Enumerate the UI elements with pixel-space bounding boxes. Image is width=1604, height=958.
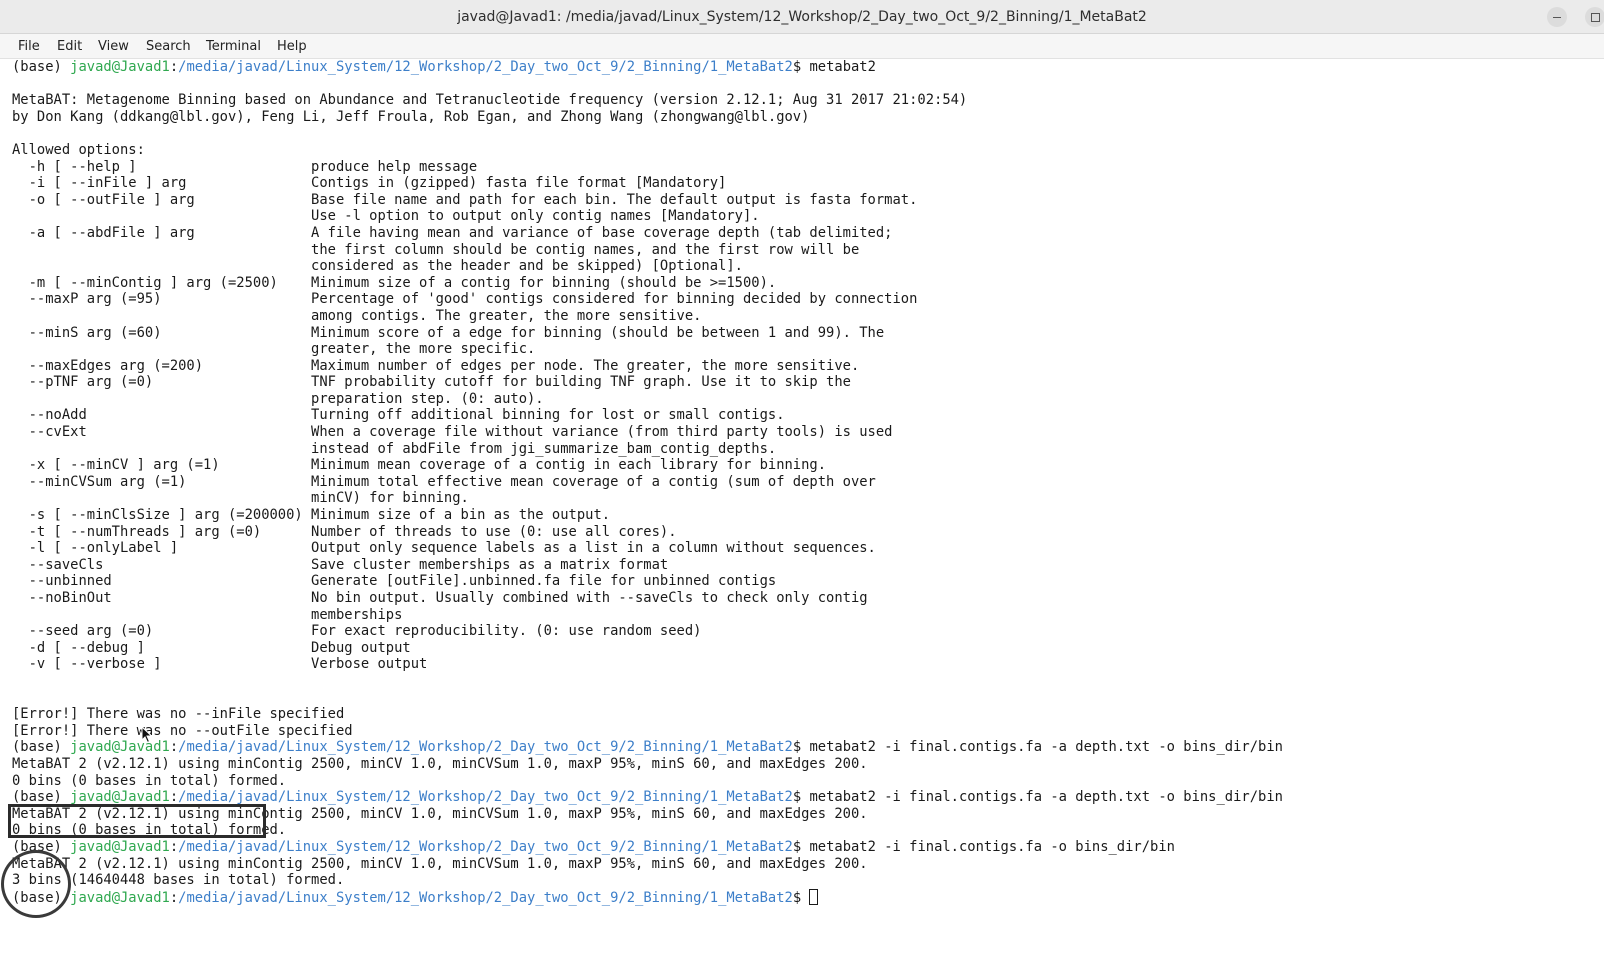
- prompt-env: (base): [12, 739, 71, 756]
- output-line: Allowed options:: [12, 141, 145, 158]
- output-line: --unbinned Generate [outFile].unbinned.f…: [12, 573, 777, 590]
- output-line: among contigs. The greater, the more sen…: [12, 307, 702, 324]
- menu-search[interactable]: Search: [146, 34, 191, 59]
- prompt-symbol: $: [792, 789, 810, 806]
- output-line: preparation step. (0: auto).: [12, 390, 544, 407]
- prompt-path: /media/javad/Linux_System/12_Workshop/2_…: [178, 789, 793, 806]
- output-line: --minS arg (=60) Minimum score of a edge…: [12, 324, 885, 341]
- output-line: MetaBAT: Metagenome Binning based on Abu…: [12, 92, 968, 109]
- output-line: Use -l option to output only contig name…: [12, 208, 760, 225]
- command-text: metabat2 -i final.contigs.fa -a depth.tx…: [809, 789, 1283, 806]
- prompt-env: (base): [12, 789, 71, 806]
- prompt-path: /media/javad/Linux_System/12_Workshop/2_…: [178, 838, 793, 855]
- output-line: --pTNF arg (=0) TNF probability cutoff f…: [12, 374, 851, 391]
- command-text: metabat2: [809, 59, 876, 75]
- window-title: javad@Javad1: /media/javad/Linux_System/…: [457, 9, 1147, 25]
- output-line: -m [ --minContig ] arg (=2500) Minimum s…: [12, 274, 777, 291]
- prompt-path: /media/javad/Linux_System/12_Workshop/2_…: [178, 59, 793, 75]
- output-line: -i [ --inFile ] arg Contigs in (gzipped)…: [12, 175, 727, 192]
- highlight-rectangle: [8, 804, 266, 838]
- maximize-button[interactable]: [1585, 7, 1604, 27]
- output-line: [Error!] There was no --outFile specifie…: [12, 722, 353, 739]
- output-line: --seed arg (=0) For exact reproducibilit…: [12, 623, 702, 640]
- prompt-path: /media/javad/Linux_System/12_Workshop/2_…: [178, 739, 793, 756]
- text-cursor: [809, 888, 819, 905]
- output-line: instead of abdFile from jgi_summarize_ba…: [12, 440, 777, 457]
- output-line: memberships: [12, 606, 403, 623]
- prompt-line: (base) javad@Javad1:/media/javad/Linux_S…: [12, 59, 1592, 76]
- prompt-symbol: $: [792, 59, 810, 75]
- minimize-button[interactable]: [1547, 7, 1567, 27]
- command-text: metabat2 -i final.contigs.fa -a depth.tx…: [809, 739, 1283, 756]
- prompt-user-host: javad@Javad1: [70, 838, 170, 855]
- maximize-icon: [1591, 13, 1600, 22]
- prompt-user-host: javad@Javad1: [70, 789, 170, 806]
- prompt-user-host: javad@Javad1: [70, 59, 170, 75]
- prompt-user-host: javad@Javad1: [70, 889, 170, 906]
- prompt-separator: :: [169, 739, 179, 756]
- output-line: -o [ --outFile ] arg Base file name and …: [12, 191, 918, 208]
- output-line: the first column should be contig names,…: [12, 241, 860, 258]
- output-line: -s [ --minClsSize ] arg (=200000) Minimu…: [12, 507, 611, 524]
- menu-view[interactable]: View: [98, 34, 129, 59]
- output-line: --saveCls Save cluster memberships as a …: [12, 556, 669, 573]
- prompt-symbol: $: [792, 739, 810, 756]
- output-line: -t [ --numThreads ] arg (=0) Number of t…: [12, 523, 677, 540]
- prompt-line: (base) javad@Javad1:/media/javad/Linux_S…: [12, 888, 1592, 906]
- output-line: by Don Kang (ddkang@lbl.gov), Feng Li, J…: [12, 108, 810, 125]
- prompt-separator: :: [169, 838, 179, 855]
- output-line: -l [ --onlyLabel ] Output only sequence …: [12, 540, 876, 557]
- output-line: MetaBAT 2 (v2.12.1) using minContig 2500…: [12, 855, 868, 872]
- output-line: -v [ --verbose ] Verbose output: [12, 656, 428, 673]
- prompt-user-host: javad@Javad1: [70, 739, 170, 756]
- prompt-separator: :: [169, 59, 179, 75]
- menu-bar: File Edit View Search Terminal Help: [0, 34, 1604, 59]
- output-line: considered as the header and be skipped)…: [12, 258, 743, 275]
- output-line: -d [ --debug ] Debug output: [12, 639, 411, 656]
- output-line: --noAdd Turning off additional binning f…: [12, 407, 785, 424]
- prompt-path: /media/javad/Linux_System/12_Workshop/2_…: [178, 889, 793, 906]
- menu-help[interactable]: Help: [277, 34, 307, 59]
- output-line: --maxEdges arg (=200) Maximum number of …: [12, 357, 860, 374]
- menu-edit[interactable]: Edit: [57, 34, 82, 59]
- output-line: greater, the more specific.: [12, 341, 536, 358]
- output-line: MetaBAT 2 (v2.12.1) using minContig 2500…: [12, 755, 868, 772]
- prompt-line: (base) javad@Javad1:/media/javad/Linux_S…: [12, 839, 1592, 856]
- output-line: 0 bins (0 bases in total) formed.: [12, 772, 287, 789]
- output-line: --maxP arg (=95) Percentage of 'good' co…: [12, 291, 918, 308]
- terminal-window: javad@Javad1: /media/javad/Linux_System/…: [0, 0, 1604, 958]
- prompt-separator: :: [169, 789, 179, 806]
- output-line: 3 bins (14640448 bases in total) formed.: [12, 872, 345, 889]
- menu-terminal[interactable]: Terminal: [206, 34, 261, 59]
- command-text: metabat2 -i final.contigs.fa -o bins_dir…: [809, 838, 1175, 855]
- output-line: --noBinOut No bin output. Usually combin…: [12, 590, 868, 606]
- output-line: --minCVSum arg (=1) Minimum total effect…: [12, 473, 876, 490]
- prompt-symbol: $: [792, 838, 810, 855]
- mouse-pointer-icon: [141, 726, 153, 744]
- output-line: -h [ --help ] produce help message: [12, 158, 478, 175]
- prompt-line: (base) javad@Javad1:/media/javad/Linux_S…: [12, 739, 1592, 756]
- title-bar[interactable]: javad@Javad1: /media/javad/Linux_System/…: [0, 0, 1604, 34]
- menu-file[interactable]: File: [18, 34, 40, 59]
- prompt-env: (base): [12, 59, 71, 75]
- output-line: -x [ --minCV ] arg (=1) Minimum mean cov…: [12, 457, 827, 474]
- prompt-separator: :: [169, 889, 179, 906]
- minimize-icon: [1553, 17, 1561, 18]
- output-line: -a [ --abdFile ] arg A file having mean …: [12, 224, 893, 241]
- prompt-symbol: $: [792, 889, 810, 906]
- highlight-circle: [1, 850, 71, 918]
- output-line: minCV) for binning.: [12, 490, 469, 507]
- output-line: --cvExt When a coverage file without var…: [12, 424, 893, 441]
- output-line: [Error!] There was no --inFile specified: [12, 706, 345, 723]
